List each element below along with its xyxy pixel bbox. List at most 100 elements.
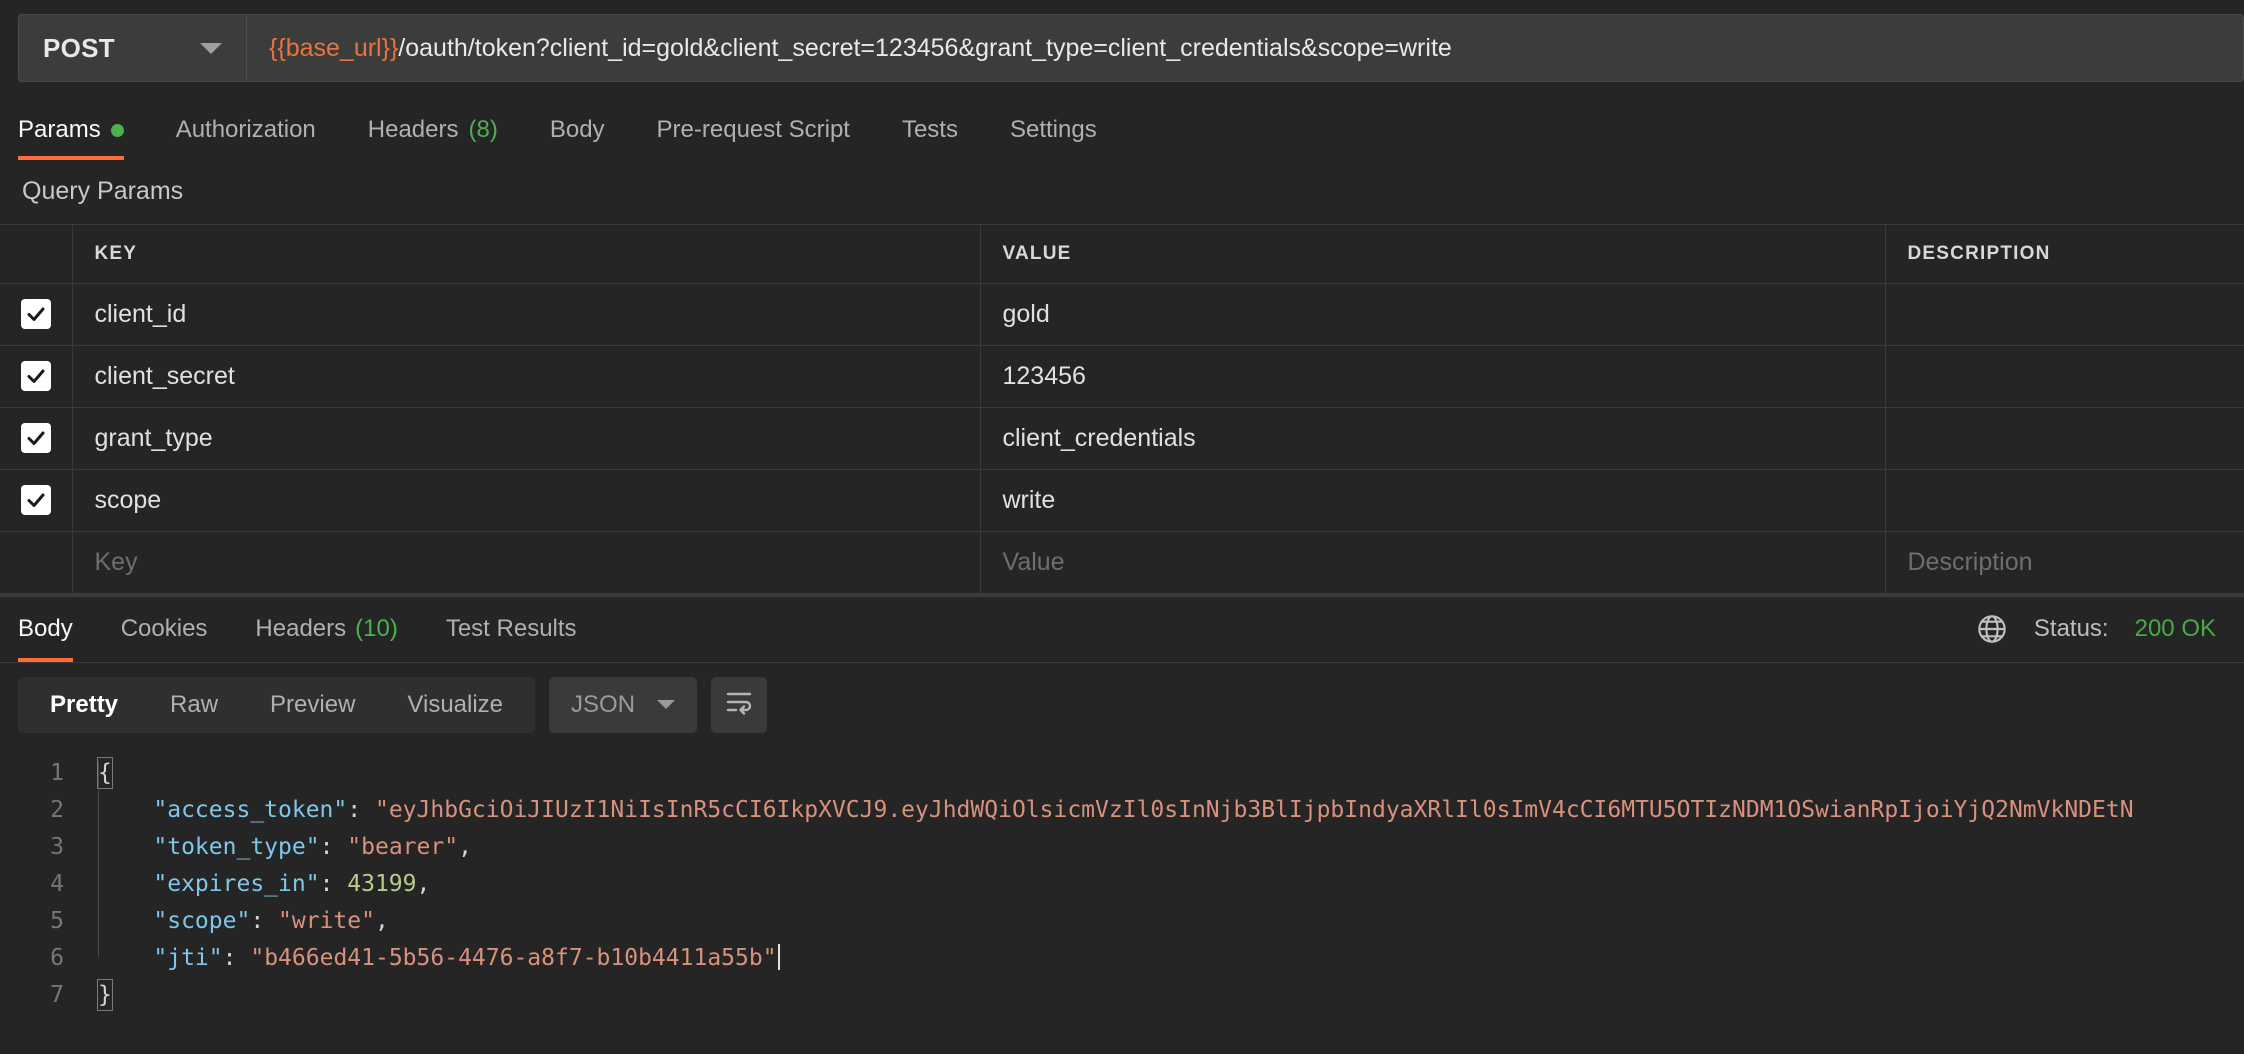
json-code-content[interactable]: { "access_token": "eyJhbGciOiJIUzI1NiIsI… <box>86 747 2244 1054</box>
line-number: 1 <box>0 755 64 792</box>
row-key[interactable]: client_id <box>72 283 980 345</box>
row-description[interactable] <box>1885 345 2244 407</box>
row-description[interactable] <box>1885 407 2244 469</box>
checkbox-checked-icon[interactable] <box>21 299 51 329</box>
table-row[interactable]: client_secret 123456 <box>0 345 2244 407</box>
response-tab-cookies[interactable]: Cookies <box>97 596 232 662</box>
status-badge: 200 OK <box>2135 615 2216 643</box>
tab-headers-label: Headers <box>368 116 459 144</box>
json-key-token-type: "token_type" <box>153 834 319 860</box>
tab-headers-count: (8) <box>469 116 498 144</box>
row-value[interactable]: gold <box>980 283 1885 345</box>
query-params-table: KEY VALUE DESCRIPTION client_id gold <box>0 225 2244 594</box>
json-key-jti: "jti" <box>153 945 222 971</box>
table-row[interactable]: grant_type client_credentials <box>0 407 2244 469</box>
line-number: 7 <box>0 977 64 1014</box>
json-key-access-token: "access_token" <box>153 797 347 823</box>
row-description[interactable] <box>1885 469 2244 531</box>
row-checkbox-cell[interactable] <box>0 469 72 531</box>
row-checkbox-cell[interactable] <box>0 283 72 345</box>
tab-headers[interactable]: Headers (8) <box>342 102 524 158</box>
tab-pre-request-script[interactable]: Pre-request Script <box>631 102 876 158</box>
row-key[interactable]: scope <box>72 469 980 531</box>
new-description-input[interactable]: Description <box>1885 531 2244 593</box>
row-checkbox-cell-empty[interactable] <box>0 531 72 593</box>
http-method-label: POST <box>43 33 115 64</box>
request-tabs: Params Authorization Headers (8) Body Pr… <box>0 96 2244 158</box>
response-tab-test-results[interactable]: Test Results <box>422 596 601 662</box>
row-checkbox-cell[interactable] <box>0 407 72 469</box>
row-description[interactable] <box>1885 283 2244 345</box>
code-line-3: "token_type": "bearer", <box>98 829 2244 866</box>
language-label: JSON <box>571 691 635 719</box>
chevron-down-icon <box>657 700 675 709</box>
format-preview-button[interactable]: Preview <box>244 677 381 733</box>
format-raw-button[interactable]: Raw <box>144 677 244 733</box>
new-value-input[interactable]: Value <box>980 531 1885 593</box>
tab-pre-request-script-label: Pre-request Script <box>657 116 850 144</box>
checkbox-checked-icon[interactable] <box>21 361 51 391</box>
row-key[interactable]: grant_type <box>72 407 980 469</box>
checkbox-checked-icon[interactable] <box>21 423 51 453</box>
response-tabs-bar: Body Cookies Headers (10) Test Results <box>0 597 2244 663</box>
json-value-expires-in: 43199 <box>347 871 416 897</box>
line-number: 3 <box>0 829 64 866</box>
response-tab-headers-count: (10) <box>355 615 398 643</box>
row-key[interactable]: client_secret <box>72 345 980 407</box>
response-format-toolbar: Pretty Raw Preview Visualize JSON <box>0 663 2244 747</box>
code-line-4: "expires_in": 43199, <box>98 866 2244 903</box>
format-visualize-button[interactable]: Visualize <box>381 677 529 733</box>
text-cursor <box>778 944 780 970</box>
json-value-access-token: "eyJhbGciOiJIUzI1NiIsInR5cCI6IkpXVCJ9.ey… <box>375 797 2134 823</box>
new-key-input[interactable]: Key <box>72 531 980 593</box>
line-number: 2 <box>0 792 64 829</box>
params-modified-dot-icon <box>111 124 124 137</box>
response-body-editor[interactable]: 1 2 3 4 5 6 7 { "access_token": "eyJhbGc… <box>0 747 2244 1054</box>
tab-tests[interactable]: Tests <box>876 102 984 158</box>
response-tab-test-results-label: Test Results <box>446 615 577 643</box>
url-path: /oauth/token?client_id=gold&client_secre… <box>398 34 1452 62</box>
query-params-table-wrap: KEY VALUE DESCRIPTION client_id gold <box>0 224 2244 594</box>
http-method-dropdown[interactable]: POST <box>18 14 246 82</box>
table-row[interactable]: scope write <box>0 469 2244 531</box>
url-variable: {{base_url}} <box>269 34 398 62</box>
tab-params-label: Params <box>18 116 101 144</box>
response-tab-headers-label: Headers <box>255 615 346 643</box>
json-key-scope: "scope" <box>153 908 250 934</box>
language-dropdown[interactable]: JSON <box>549 677 697 733</box>
response-tab-headers[interactable]: Headers (10) <box>231 596 421 662</box>
line-number: 4 <box>0 866 64 903</box>
json-key-expires-in: "expires_in" <box>153 871 319 897</box>
code-line-5: "scope": "write", <box>98 903 2244 940</box>
chevron-down-icon <box>200 43 222 54</box>
tab-params[interactable]: Params <box>18 102 150 158</box>
tab-settings[interactable]: Settings <box>984 102 1123 158</box>
response-tabs: Body Cookies Headers (10) Test Results <box>18 596 601 662</box>
url-text: {{base_url}}/oauth/token?client_id=gold&… <box>269 34 1452 63</box>
tab-settings-label: Settings <box>1010 116 1097 144</box>
format-pretty-button[interactable]: Pretty <box>24 677 144 733</box>
response-tab-body[interactable]: Body <box>18 596 97 662</box>
response-tab-body-label: Body <box>18 615 73 643</box>
table-row-empty[interactable]: Key Value Description <box>0 531 2244 593</box>
wrap-lines-button[interactable] <box>711 677 767 733</box>
tab-body-label: Body <box>550 116 605 144</box>
url-input[interactable]: {{base_url}}/oauth/token?client_id=gold&… <box>246 14 2244 82</box>
row-value[interactable]: write <box>980 469 1885 531</box>
row-value[interactable]: 123456 <box>980 345 1885 407</box>
postman-request-response-view: POST {{base_url}}/oauth/token?client_id=… <box>0 0 2244 1054</box>
header-checkbox-cell <box>0 225 72 283</box>
tab-body[interactable]: Body <box>524 102 631 158</box>
code-line-7: } <box>98 977 2244 1014</box>
line-number: 6 <box>0 940 64 977</box>
json-close-brace: } <box>98 980 112 1010</box>
table-row[interactable]: client_id gold <box>0 283 2244 345</box>
checkbox-checked-icon[interactable] <box>21 485 51 515</box>
globe-icon[interactable] <box>1976 613 2008 645</box>
response-tab-cookies-label: Cookies <box>121 615 208 643</box>
wrap-lines-icon <box>724 689 754 720</box>
row-value[interactable]: client_credentials <box>980 407 1885 469</box>
url-bar: POST {{base_url}}/oauth/token?client_id=… <box>0 0 2244 96</box>
row-checkbox-cell[interactable] <box>0 345 72 407</box>
tab-authorization[interactable]: Authorization <box>150 102 342 158</box>
